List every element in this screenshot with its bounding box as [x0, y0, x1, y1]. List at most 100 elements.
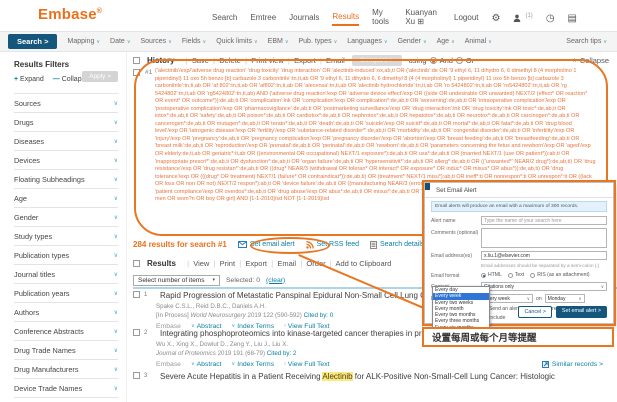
include-label: Include	[489, 315, 505, 321]
history-action-link[interactable]: Save	[182, 56, 209, 65]
modal-corner-decoration	[425, 183, 430, 190]
filter-section[interactable]: Floating Subheadings∨	[14, 169, 118, 188]
menu-quick-limits[interactable]: Quick limits∨	[216, 38, 257, 45]
filter-section[interactable]: Age∨	[14, 188, 118, 207]
search-row-checkbox[interactable]	[133, 69, 140, 76]
set-email-alert-link[interactable]: Set email alert	[238, 241, 295, 248]
nav-my-tools[interactable]: My tools	[372, 8, 392, 29]
results-select-all-checkbox[interactable]	[133, 260, 140, 267]
user-name[interactable]: Kuanyan Xu ⊞	[405, 8, 441, 29]
menu-date[interactable]: Date∨	[110, 38, 130, 45]
menu-mapping[interactable]: Mapping∨	[67, 38, 100, 45]
cited-by-link[interactable]: Cited by: 2	[267, 350, 297, 357]
alert-name-label: Alert name	[431, 216, 481, 224]
index-terms-toggle[interactable]: ∨Index Terms	[232, 361, 275, 368]
clear-selection-link[interactable]: (clear)	[266, 277, 285, 284]
compare-button[interactable]: Compare >	[352, 55, 402, 66]
logout-link[interactable]: Logout	[454, 13, 478, 25]
radio-icon[interactable]	[481, 273, 486, 278]
filter-section[interactable]: Publication years∨	[14, 283, 118, 302]
result-checkbox[interactable]	[133, 372, 140, 379]
filter-section[interactable]: Study types∨	[14, 226, 118, 245]
apply-filters-button-top[interactable]: Apply >	[82, 71, 118, 82]
alert-name-input[interactable]	[481, 216, 607, 225]
history-checkbox[interactable]	[133, 57, 140, 64]
format-radio-option[interactable]: HTML	[481, 272, 502, 278]
history-action-link[interactable]: Email	[316, 56, 345, 65]
menu-ebm[interactable]: EBM∨	[268, 38, 289, 45]
menu-gender[interactable]: Gender∨	[398, 38, 427, 45]
filter-section[interactable]: Device Manufacturers∨	[14, 397, 118, 402]
grid-icon[interactable]: ▤	[568, 14, 577, 24]
result-checkbox[interactable]	[133, 329, 140, 336]
filter-section[interactable]: Gender∨	[14, 207, 118, 226]
results-action-link[interactable]: Order	[296, 259, 325, 268]
filter-section[interactable]: Publication types∨	[14, 245, 118, 264]
nav-emtree[interactable]: Emtree	[250, 13, 276, 25]
radio-icon[interactable]	[508, 273, 513, 278]
and-radio[interactable]	[430, 57, 437, 64]
history-action-link[interactable]: Delete	[209, 56, 241, 65]
results-action-link[interactable]: Print	[209, 259, 235, 268]
menu-sources[interactable]: Sources∨	[140, 38, 171, 45]
format-radio-option[interactable]: RIS (as an attachment)	[530, 272, 589, 278]
collapse-history-link[interactable]: ∧Collapse	[572, 56, 609, 65]
filter-section[interactable]: Authors∨	[14, 302, 118, 321]
user-alert-icon[interactable]	[513, 14, 521, 24]
filter-section[interactable]: Drugs∨	[14, 112, 118, 131]
results-action-link[interactable]: View	[183, 259, 209, 268]
result-title[interactable]: Rapid Progression of Metastatic Panspina…	[160, 291, 465, 300]
results-action-link[interactable]: Export	[235, 259, 267, 268]
set-email-alert-modal: Set Email Alert Email alerts will produc…	[424, 182, 614, 324]
gear-icon[interactable]: ⚙	[492, 14, 501, 24]
set-rss-feed-link[interactable]: Set RSS feed	[306, 241, 359, 249]
menu-fields[interactable]: Fields∨	[182, 38, 206, 45]
or-radio[interactable]	[456, 57, 463, 64]
radio-icon[interactable]	[530, 273, 535, 278]
menu-age[interactable]: Age∨	[437, 38, 455, 45]
filter-section[interactable]: Diseases∨	[14, 131, 118, 150]
nav-results[interactable]: Results	[332, 12, 359, 26]
menu-pub-types[interactable]: Pub. types∨	[299, 38, 338, 45]
search-button[interactable]: Search >	[8, 34, 57, 49]
format-radio-option[interactable]: Text	[508, 272, 524, 278]
comments-textarea[interactable]	[481, 228, 607, 248]
abstract-toggle[interactable]: ∨Abstract	[191, 361, 222, 368]
view-full-text-link[interactable]: ›View Full Text	[284, 361, 329, 368]
menu-languages[interactable]: Languages∨	[347, 38, 387, 45]
cited-by-link[interactable]: Cited by: 0	[304, 312, 334, 319]
content-select[interactable]: Citations only∨	[481, 282, 607, 291]
filter-section[interactable]: Device Trade Names∨	[14, 378, 118, 397]
filter-section[interactable]: Devices∨	[14, 150, 118, 169]
chevron-down-icon: ∨	[114, 309, 118, 316]
day-select[interactable]: Monday∨	[545, 294, 585, 303]
set-email-alert-button[interactable]: Set email alert >	[556, 306, 607, 318]
history-action-link[interactable]: Print view	[241, 56, 284, 65]
expand-link[interactable]: + Expand	[14, 76, 44, 83]
search-tips-link[interactable]: Search tips∨	[566, 38, 607, 45]
nav-journals[interactable]: Journals	[289, 13, 319, 25]
result-checkbox[interactable]	[133, 291, 140, 298]
search-details-link[interactable]: Search details	[370, 241, 424, 249]
history-action-link[interactable]: Export	[284, 56, 316, 65]
result-item-3: 3 Severe Acute Hepatitis in a Patient Re…	[133, 372, 617, 381]
filter-section[interactable]: Sources∨	[14, 93, 118, 112]
highlighted-term: Alectinib	[322, 372, 352, 381]
filter-section[interactable]: Conference Abstracts∨	[14, 321, 118, 340]
results-action-link[interactable]: Add to Clipboard	[326, 259, 392, 268]
embase-logo: Embase®	[38, 6, 102, 23]
select-number-dropdown[interactable]: Select number of items▾	[133, 275, 220, 286]
result-title[interactable]: Severe Acute Hepatitis in a Patient Rece…	[160, 372, 555, 381]
similar-records-icon	[542, 361, 549, 368]
filter-section[interactable]: Journal titles∨	[14, 264, 118, 283]
results-action-link[interactable]: Email	[267, 259, 296, 268]
similar-records-link[interactable]: Similar records >	[542, 361, 603, 368]
filter-section[interactable]: Drug Manufacturers∨	[14, 359, 118, 378]
filter-section[interactable]: Drug Trade Names∨	[14, 340, 118, 359]
menu-animal[interactable]: Animal∨	[465, 38, 492, 45]
cancel-button[interactable]: Cancel >	[518, 306, 551, 318]
envelope-icon	[238, 241, 247, 248]
clock-icon[interactable]: ◷	[546, 14, 555, 24]
email-address-input[interactable]	[481, 251, 607, 260]
nav-search[interactable]: Search	[212, 13, 237, 25]
